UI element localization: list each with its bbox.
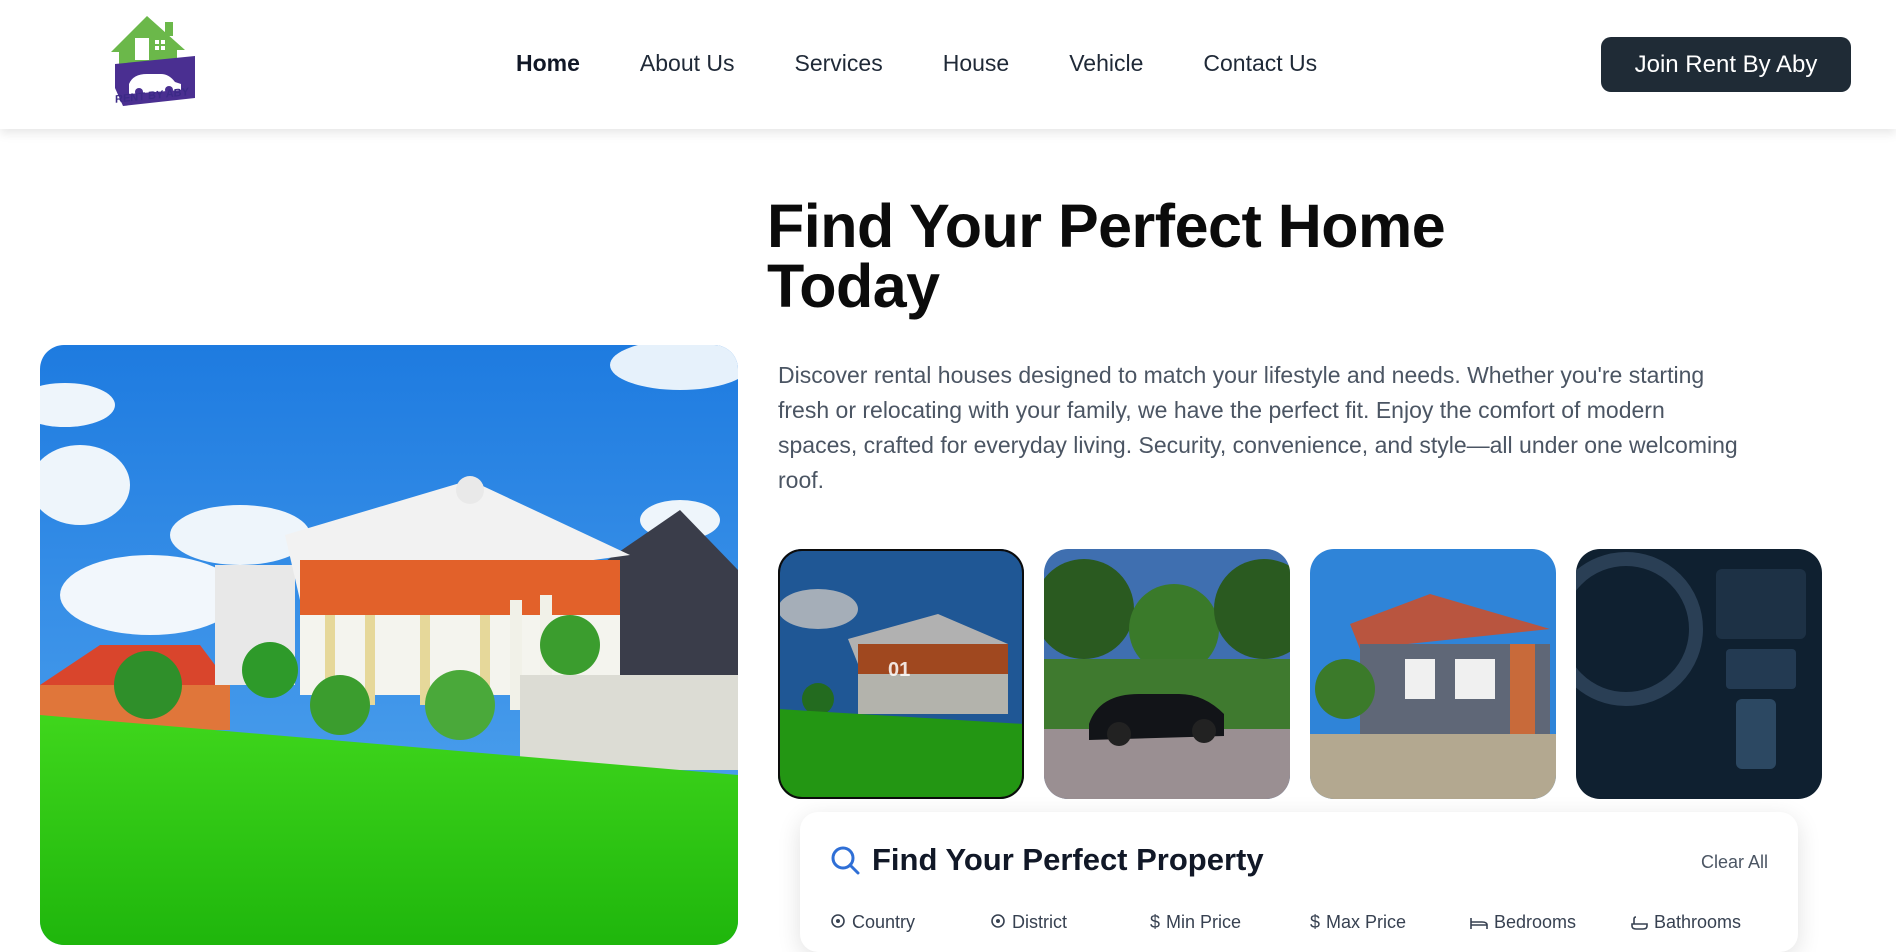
filter-country[interactable]: Country — [830, 912, 990, 933]
filter-district[interactable]: District — [990, 912, 1150, 933]
hero-description: Discover rental houses designed to match… — [778, 362, 1738, 493]
thumbnail-car-interior[interactable] — [1576, 549, 1822, 799]
dollar-icon: $ — [1310, 912, 1321, 932]
car-interior-thumbnail-icon — [1576, 549, 1822, 799]
search-header: Find Your Perfect Property — [830, 842, 1264, 878]
filter-bedrooms[interactable]: Bedrooms — [1470, 912, 1630, 933]
search-title: Find Your Perfect Property — [872, 842, 1264, 877]
hero-title-line1: Find Your Perfect Home — [767, 192, 1446, 260]
join-button[interactable]: Join Rent By Aby — [1601, 37, 1851, 92]
filter-min-price[interactable]: $ Min Price — [1150, 912, 1310, 933]
location-pin-icon — [831, 913, 845, 928]
location-pin-icon — [991, 913, 1005, 928]
main-nav: Home About Us Services House Vehicle Con… — [516, 50, 1377, 77]
house-thumbnail-icon — [1310, 549, 1556, 799]
filter-max-price[interactable]: $ Max Price — [1310, 912, 1470, 933]
nav-about-us[interactable]: About Us — [640, 50, 735, 77]
bath-icon — [1631, 915, 1648, 930]
filter-bathrooms[interactable]: Bathrooms — [1630, 912, 1790, 933]
hero-title: Find Your Perfect Home Today — [767, 196, 1527, 317]
search-filters: Country District $ Min Price $ Max Price… — [830, 912, 1790, 933]
search-icon — [831, 846, 860, 875]
filter-label: District — [1012, 912, 1067, 932]
car-thumbnail-icon — [1044, 549, 1290, 799]
nav-services[interactable]: Services — [795, 50, 883, 77]
thumbnail-house-1[interactable]: 01 — [778, 549, 1024, 799]
house-photo-illustration — [40, 345, 738, 945]
clear-all-button[interactable]: Clear All — [1701, 852, 1768, 873]
nav-vehicle[interactable]: Vehicle — [1069, 50, 1143, 77]
bed-icon — [1470, 917, 1488, 929]
thumbnail-house-2[interactable] — [1310, 549, 1556, 799]
thumbnail-number: 01 — [888, 659, 911, 681]
site-header: RENT BY ABY Home About Us Services House… — [0, 0, 1896, 129]
nav-house[interactable]: House — [943, 50, 1009, 77]
filter-label: Min Price — [1166, 912, 1242, 932]
thumbnail-car[interactable] — [1044, 549, 1290, 799]
filter-label: Country — [852, 912, 916, 932]
filter-label: Bathrooms — [1654, 912, 1742, 932]
filter-label: Max Price — [1326, 912, 1407, 932]
rent-by-aby-logo[interactable]: RENT BY ABY — [103, 14, 199, 108]
filter-label: Bedrooms — [1494, 912, 1577, 932]
nav-contact-us[interactable]: Contact Us — [1203, 50, 1317, 77]
thumbnail-gallery: 01 — [778, 549, 1822, 799]
nav-home[interactable]: Home — [516, 50, 580, 77]
property-search-card: Find Your Perfect Property Clear All Cou… — [800, 812, 1798, 952]
dollar-icon: $ — [1150, 912, 1161, 932]
hero-title-line2: Today — [767, 252, 940, 320]
hero-house-image — [40, 345, 738, 945]
